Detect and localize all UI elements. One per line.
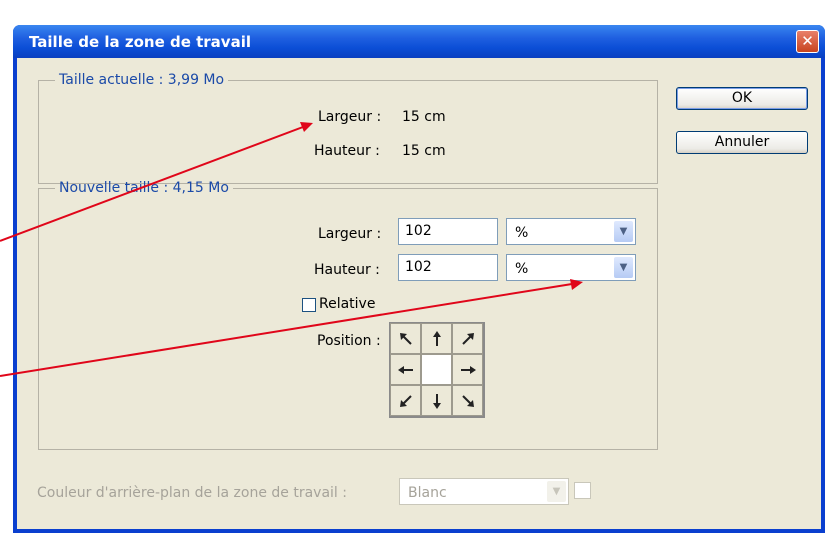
new-height-label: Hauteur : — [314, 262, 380, 278]
height-input[interactable]: 102 — [398, 254, 498, 281]
current-size-group: Taille actuelle : 3,99 Mo — [38, 72, 658, 184]
arrow-left-icon — [397, 365, 413, 374]
new-width-label: Largeur : — [318, 226, 382, 242]
current-width-value: 15 cm — [402, 109, 446, 125]
new-size-legend: Nouvelle taille : 4,15 Mo — [59, 180, 229, 196]
arrow-down-left-icon — [399, 394, 412, 407]
background-color-value: Blanc — [408, 485, 447, 501]
current-height-value: 15 cm — [402, 143, 446, 159]
chevron-down-icon[interactable]: ▼ — [614, 221, 633, 242]
close-button[interactable]: ✕ — [796, 30, 819, 53]
current-width-label: Largeur : — [318, 109, 382, 125]
anchor-top-left[interactable] — [390, 323, 421, 354]
dialog-window: Taille de la zone de travail ✕ Taille ac… — [13, 25, 825, 533]
dialog-body: Taille actuelle : 3,99 Mo Largeur : 15 c… — [17, 58, 821, 529]
arrow-down-right-icon — [461, 394, 474, 407]
arrow-down-icon — [432, 393, 441, 409]
arrow-up-right-icon — [461, 332, 474, 345]
close-icon: ✕ — [801, 32, 814, 50]
height-unit-value: % — [515, 261, 529, 277]
background-color-swatch[interactable] — [574, 482, 591, 499]
anchor-grid — [389, 322, 485, 418]
relative-label: Relative — [319, 296, 376, 312]
background-color-label: Couleur d'arrière-plan de la zone de tra… — [37, 485, 347, 501]
arrow-up-icon — [432, 330, 441, 346]
background-color-select[interactable]: Blanc ▼ — [399, 478, 569, 505]
current-height-label: Hauteur : — [314, 143, 380, 159]
arrow-up-left-icon — [399, 332, 412, 345]
anchor-center[interactable] — [421, 354, 452, 385]
width-unit-select[interactable]: % ▼ — [506, 218, 636, 245]
dialog-title: Taille de la zone de travail — [29, 33, 251, 51]
arrow-right-icon — [460, 365, 476, 374]
title-bar[interactable]: Taille de la zone de travail ✕ — [13, 25, 825, 58]
ok-button[interactable]: OK — [676, 87, 808, 110]
chevron-down-icon[interactable]: ▼ — [547, 481, 566, 502]
anchor-bottom-right[interactable] — [452, 385, 483, 416]
anchor-right[interactable] — [452, 354, 483, 385]
width-unit-value: % — [515, 225, 529, 241]
anchor-bottom-left[interactable] — [390, 385, 421, 416]
relative-checkbox[interactable] — [302, 298, 316, 312]
anchor-top[interactable] — [421, 323, 452, 354]
anchor-top-right[interactable] — [452, 323, 483, 354]
anchor-bottom[interactable] — [421, 385, 452, 416]
chevron-down-icon[interactable]: ▼ — [614, 257, 633, 278]
cancel-button[interactable]: Annuler — [676, 131, 808, 154]
position-label: Position : — [317, 333, 381, 349]
current-size-legend: Taille actuelle : 3,99 Mo — [59, 72, 225, 88]
anchor-left[interactable] — [390, 354, 421, 385]
width-input[interactable]: 102 — [398, 218, 498, 245]
height-unit-select[interactable]: % ▼ — [506, 254, 636, 281]
